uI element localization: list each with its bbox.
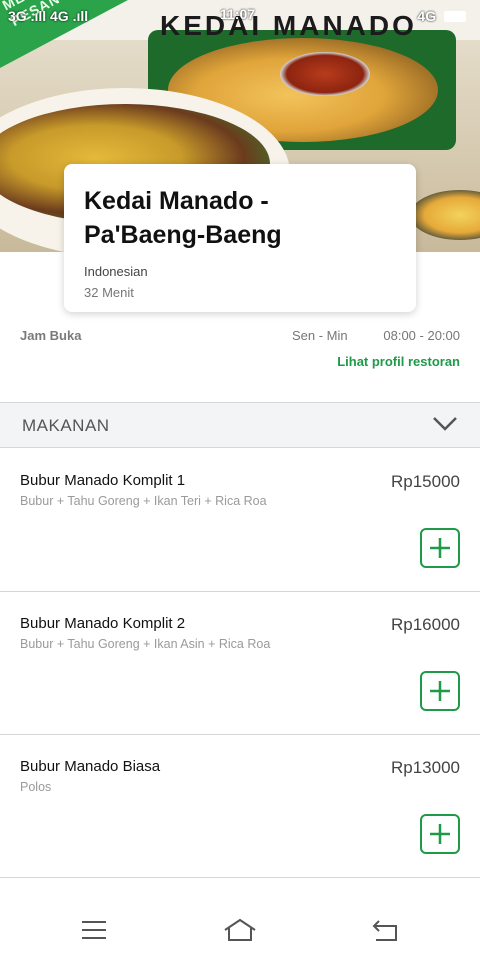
add-item-button[interactable] — [420, 671, 460, 711]
status-time: 11:07 — [220, 6, 256, 22]
chevron-down-icon[interactable] — [432, 413, 458, 433]
back-icon[interactable] — [368, 916, 404, 944]
plus-icon — [430, 538, 450, 558]
menu-item-name: Bubur Manado Komplit 1 — [20, 472, 186, 489]
plus-icon — [430, 681, 450, 701]
menu-item[interactable]: Bubur Manado Biasa Polos Rp13000 — [0, 734, 480, 878]
restaurant-name: Kedai Manado - Pa'Baeng-Baeng — [84, 187, 282, 249]
menu-item[interactable]: Bubur Manado Komplit 1 Bubur + Tahu Gore… — [0, 448, 480, 592]
view-restaurant-profile-link[interactable]: Lihat profil restoran — [337, 354, 460, 369]
opening-hours: Jam Buka Sen - Min 08:00 - 20:00 — [20, 328, 460, 348]
menu-item-price: Rp16000 — [390, 615, 460, 634]
status-bar: 3G .ıll 4G .ıll 11:07 4G — [0, 0, 480, 32]
menu-item-price: Rp15000 — [390, 472, 460, 491]
menu-icon[interactable] — [76, 916, 112, 944]
delivery-time: 32 Menit — [84, 285, 134, 300]
opening-hours-label: Jam Buka — [20, 328, 82, 343]
sambal-bowl — [280, 52, 370, 96]
add-item-button[interactable] — [420, 528, 460, 568]
menu-item-price: Rp13000 — [390, 758, 460, 777]
status-right: 4G — [417, 8, 466, 24]
battery-icon — [444, 11, 466, 22]
network-indicator: 3G .ıll 4G .ıll — [8, 8, 89, 24]
plus-icon — [430, 824, 450, 844]
menu-item[interactable]: Bubur Manado Komplit 2 Bubur + Tahu Gore… — [0, 591, 480, 735]
menu-item-description: Polos — [20, 780, 52, 794]
network-type: 4G — [417, 8, 437, 24]
menu-item-name: Bubur Manado Biasa — [20, 758, 161, 775]
menu-item-description: Bubur + Tahu Goreng + Ikan Teri + Rica R… — [20, 494, 267, 508]
category-header[interactable]: MAKANAN — [0, 402, 480, 448]
restaurant-card: Kedai Manado - Pa'Baeng-Baeng Indonesian… — [64, 164, 416, 312]
add-item-button[interactable] — [420, 814, 460, 854]
system-nav-bar — [0, 900, 480, 960]
menu-item-description: Bubur + Tahu Goreng + Ikan Asin + Rica R… — [20, 637, 271, 651]
opening-time: 08:00 - 20:00 — [383, 328, 460, 343]
restaurant-cuisine: Indonesian — [84, 264, 148, 279]
category-label: MAKANAN — [22, 416, 110, 435]
home-icon[interactable] — [222, 916, 258, 944]
opening-days: Sen - Min — [292, 328, 348, 343]
menu-item-name: Bubur Manado Komplit 2 — [20, 615, 186, 632]
side-dish-plate — [410, 190, 480, 240]
